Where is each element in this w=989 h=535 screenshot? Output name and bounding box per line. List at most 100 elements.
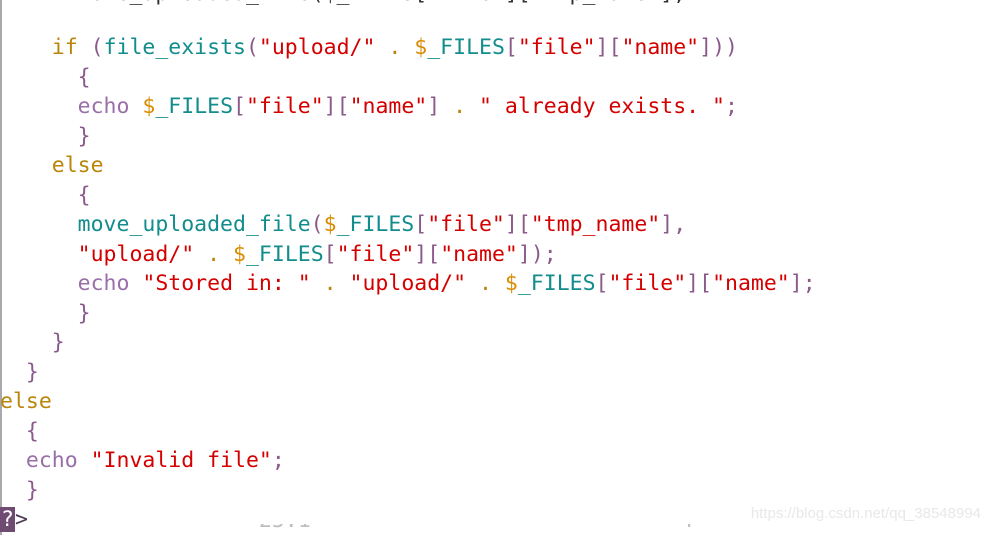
code-token-keyword: if (51, 35, 78, 60)
code-token-punct: ; (271, 448, 285, 473)
code-token-punct: { (77, 64, 91, 90)
code-token-punct: } (51, 330, 65, 355)
code-token-dot: . (453, 94, 467, 119)
code-token-string: "file" (336, 241, 415, 267)
code-token-dot: . (479, 271, 492, 296)
code-token-function: _FILES (245, 241, 324, 267)
code-line: echo "Invalid file"; (0, 446, 285, 476)
code-token-punct: ] (595, 35, 609, 60)
code-token-punct: [ (595, 271, 609, 296)
code-token-dot: . (323, 271, 337, 296)
code-token-function: _FILES (336, 212, 415, 237)
code-line: if (file_exists("upload/" . $_FILES["fil… (0, 33, 738, 63)
code-token-punct: [ (699, 271, 713, 296)
code-token-punct: } (25, 477, 39, 503)
code-token-punct: { (25, 418, 39, 444)
code-token-punct: [ (323, 241, 337, 267)
code-line: } (0, 476, 39, 506)
code-token-punct: ] (427, 94, 441, 119)
code-line: else (0, 151, 104, 181)
code-token-punct: ] (414, 241, 428, 267)
code-line: { (0, 417, 39, 447)
code-token-echo: echo (77, 94, 130, 119)
code-token-var: $ (142, 94, 156, 119)
code-token-function: _FILES (427, 35, 505, 60)
code-token-punct: [ (517, 212, 531, 237)
code-token-function: _FILES (155, 94, 234, 119)
code-token-keyword: else (0, 389, 52, 414)
code-token-punct: } (77, 123, 91, 149)
code-token-punct: ] (504, 212, 518, 237)
code-line: } (0, 328, 65, 358)
code-token-string: "file" (608, 271, 687, 296)
code-block[interactable]: if (file_exists("upload/" . $_FILES["fil… (0, 0, 989, 535)
code-token-punct: ( (245, 35, 259, 60)
code-token-punct: [ (414, 212, 428, 237)
code-token-punct: ] (789, 271, 803, 296)
clipped-line-text-bottom: 25.1 P (0, 524, 699, 535)
code-token-punct: } (77, 300, 91, 326)
code-token-function: move_uploaded_file (77, 212, 311, 237)
code-token-punct: ] (660, 212, 674, 237)
code-token-echo: echo (77, 271, 130, 296)
code-line: } (0, 358, 39, 388)
code-token-dot: . (388, 35, 402, 60)
code-token-string: "name" (712, 271, 790, 296)
code-token-var: $ (233, 241, 246, 267)
code-token-string: "file" (245, 94, 324, 119)
code-line: "upload/" . $_FILES["file"]["name"]); (0, 240, 557, 270)
code-token-keyword: else (51, 153, 104, 178)
code-line: } (0, 299, 91, 329)
code-token-punct: ] (699, 35, 713, 60)
code-token-punct: ; (725, 94, 738, 119)
code-token-string: "Stored in: " (142, 271, 311, 296)
code-screenshot: move_uploaded_file($_FILES["file"]["tmp_… (0, 0, 989, 535)
code-token-punct: ); (530, 241, 557, 267)
code-token-punct: } (25, 359, 39, 385)
code-token-punct: ] (686, 271, 700, 296)
code-token-string: "tmp_name" (530, 212, 661, 237)
code-token-string: "file" (427, 212, 505, 237)
code-token-punct: ( (90, 35, 104, 60)
code-token-string: "upload/" (77, 241, 195, 267)
code-token-punct: { (77, 182, 91, 208)
code-line: } (0, 122, 91, 152)
code-token-function: _FILES (517, 271, 596, 296)
code-token-dot: . (207, 241, 221, 267)
code-token-punct: )) (712, 35, 738, 60)
code-token-string: "upload/" (349, 271, 467, 296)
code-token-var: $ (323, 212, 337, 237)
code-token-punct: ( (310, 212, 324, 237)
code-token-punct: [ (336, 94, 350, 119)
code-token-string: "name" (621, 35, 700, 60)
code-line: echo "Stored in: " . "upload/" . $_FILES… (0, 269, 816, 299)
code-line: { (0, 63, 91, 93)
code-token-string: " already exists. " (479, 94, 725, 119)
code-token-punct: , (673, 212, 687, 237)
